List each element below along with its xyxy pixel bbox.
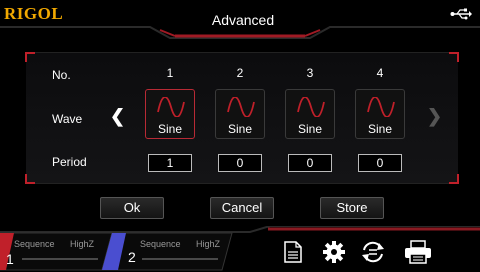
column-number: 3 [306, 66, 314, 80]
store-button[interactable]: Store [320, 197, 384, 219]
number-row-label: No. [52, 68, 71, 82]
sine-wave-icon [367, 97, 395, 117]
brand-logo: RIGOL [4, 4, 64, 23]
channel-2-mode: Sequence [140, 239, 181, 249]
channel-1-mode: Sequence [14, 239, 55, 249]
channel-2-impedance: HighZ [196, 239, 221, 249]
sine-wave-icon [297, 97, 325, 117]
column-number: 1 [166, 66, 174, 80]
document-icon[interactable] [284, 241, 302, 263]
wave-select-2[interactable]: Sine [215, 89, 265, 139]
column-number: 4 [376, 66, 384, 80]
gear-icon[interactable] [323, 241, 345, 263]
period-row-label: Period [52, 155, 87, 169]
wave-select-3[interactable]: Sine [285, 89, 335, 139]
sine-wave-icon [227, 97, 255, 117]
wave-label: Sine [157, 122, 183, 136]
wave-select-1[interactable]: Sine [145, 89, 195, 139]
period-input-4[interactable]: 0 [358, 154, 402, 172]
wave-select-4[interactable]: Sine [355, 89, 405, 139]
period-input-2[interactable]: 0 [218, 154, 262, 172]
period-input-3[interactable]: 0 [288, 154, 332, 172]
printer-icon[interactable] [404, 240, 432, 264]
chevron-left-icon[interactable]: ❮ [110, 106, 125, 127]
column-number: 2 [236, 66, 244, 80]
channel-1-number: 1 [6, 251, 14, 267]
page-title: Advanced [211, 12, 275, 28]
wave-label: Sine [297, 122, 323, 136]
wave-row-label: Wave [52, 112, 83, 126]
period-input-1[interactable]: 1 [148, 154, 192, 172]
sine-wave-icon [157, 97, 185, 117]
channel-2-number: 2 [128, 249, 136, 265]
ok-button[interactable]: Ok [100, 197, 164, 219]
cancel-button[interactable]: Cancel [210, 197, 274, 219]
channel-1-impedance: HighZ [70, 239, 95, 249]
sync-icon[interactable] [360, 240, 386, 264]
wave-label: Sine [227, 122, 253, 136]
chevron-right-icon[interactable]: ❯ [427, 106, 442, 127]
wave-label: Sine [367, 122, 393, 136]
usb-icon [450, 8, 472, 20]
